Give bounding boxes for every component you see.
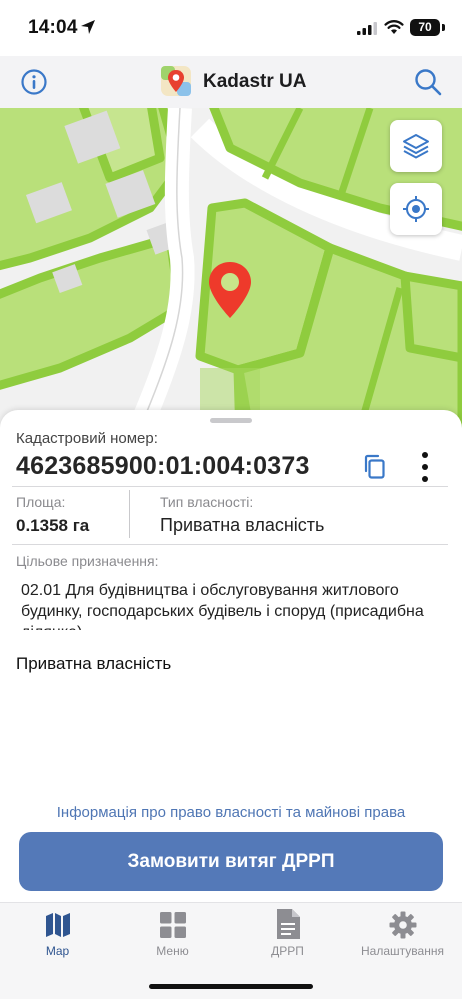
tab-settings[interactable]: Налаштування [345, 903, 460, 973]
battery-tip [442, 24, 445, 31]
ownership-rights-link[interactable]: Інформація про право власності та майнов… [0, 804, 462, 821]
locate-icon [403, 196, 429, 222]
search-icon[interactable] [413, 67, 443, 97]
tab-label: Налаштування [361, 944, 444, 958]
copy-icon[interactable] [362, 453, 388, 481]
tab-label: Map [45, 944, 70, 958]
locate-button[interactable] [390, 183, 442, 235]
tab-map[interactable]: Map [0, 903, 115, 973]
divider [12, 486, 448, 487]
vertical-divider [129, 490, 130, 538]
tab-label: Меню [156, 944, 189, 958]
cadastral-number: 4623685900:01:004:0373 [16, 452, 310, 480]
purpose-text: 02.01 Для будівництва і обслуговування ж… [21, 582, 424, 630]
app-title: Kadastr UA [203, 71, 307, 92]
sheet-drag-handle[interactable] [210, 418, 252, 423]
tab-menu[interactable]: Меню [115, 903, 230, 973]
location-arrow-icon [81, 20, 95, 34]
layers-icon [403, 134, 429, 159]
status-time: 14:04 [28, 17, 78, 38]
document-icon [276, 909, 300, 939]
ownership-type-value: Приватна власність [160, 515, 325, 535]
area-label: Площа: [16, 494, 66, 510]
order-extract-button[interactable]: Замовити витяг ДРРП [19, 832, 443, 891]
parcel-details-sheet: Кадастровий номер: 4623685900:01:004:037… [0, 410, 462, 902]
layers-button[interactable] [390, 120, 442, 172]
cellular-signal-icon [357, 22, 377, 35]
gear-icon [389, 911, 416, 939]
ownership-type-label: Тип власності: [160, 494, 254, 510]
wifi-icon [384, 20, 404, 34]
grid-icon [159, 912, 186, 938]
owner-note: Приватна власність [16, 654, 172, 673]
map-icon [45, 913, 70, 937]
tab-label: ДРРП [271, 944, 304, 958]
status-bar: 14:04 70 [0, 0, 462, 56]
navigation-bar: Kadastr UA [0, 56, 462, 108]
map-view[interactable] [0, 108, 462, 428]
purpose-label: Цільове призначення: [16, 553, 159, 569]
area-value: 0.1358 га [16, 516, 90, 535]
battery-indicator: 70 [410, 19, 440, 36]
cadastral-number-label: Кадастровий номер: [16, 430, 158, 447]
app-logo-icon [161, 66, 191, 96]
divider [12, 544, 448, 545]
info-icon[interactable] [20, 68, 48, 96]
map-pin-icon[interactable] [205, 260, 255, 320]
tab-drrp[interactable]: ДРРП [230, 903, 345, 973]
home-indicator [149, 984, 313, 989]
more-options-icon[interactable] [418, 450, 432, 484]
